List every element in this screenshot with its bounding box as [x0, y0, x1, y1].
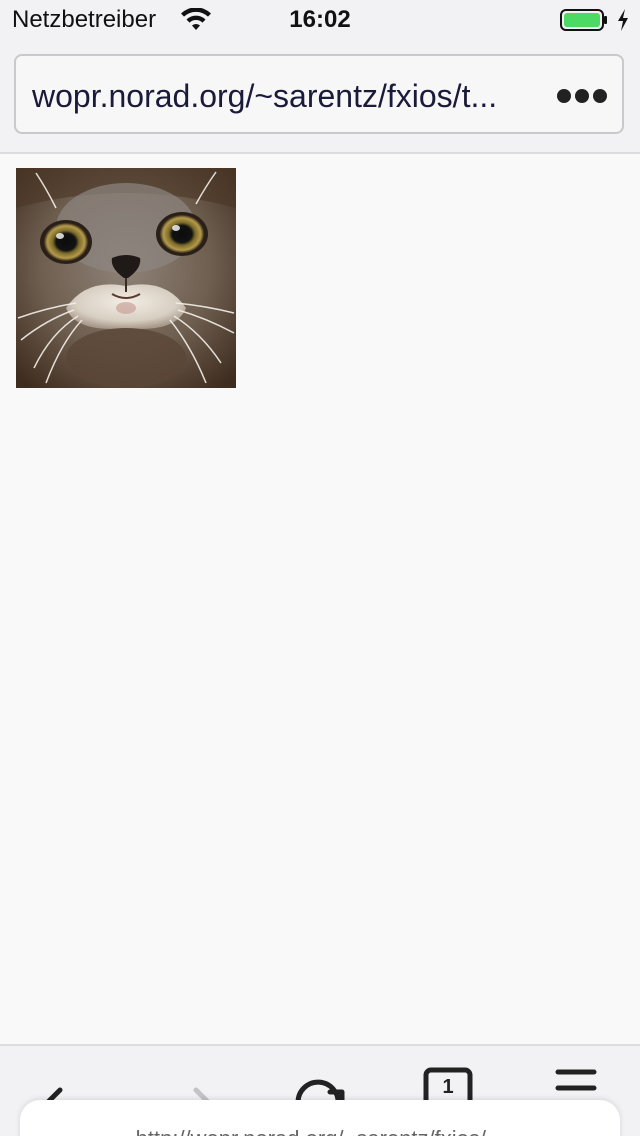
status-time: 16:02: [289, 6, 351, 33]
charging-bolt-icon: [618, 9, 628, 31]
toast-url: http://wopr.norad.org/~sarentz/fxios/...: [20, 1126, 620, 1136]
more-options-icon[interactable]: [556, 80, 608, 112]
cat-image[interactable]: [16, 168, 236, 388]
tab-count: 1: [442, 1076, 454, 1098]
link-preview-toast[interactable]: http://wopr.norad.org/~sarentz/fxios/...: [20, 1100, 620, 1136]
url-field[interactable]: wopr.norad.org/~sarentz/fxios/t...: [14, 54, 624, 134]
web-content: [0, 154, 640, 1044]
status-bar: Netzbetreiber 16:02: [0, 0, 640, 40]
browser-screen: Netzbetreiber 16:02 wopr.norad.org/~sare…: [0, 0, 640, 1136]
url-bar-area: wopr.norad.org/~sarentz/fxios/t...: [0, 40, 640, 154]
battery-icon: [560, 9, 607, 31]
url-text[interactable]: wopr.norad.org/~sarentz/fxios/t...: [32, 76, 522, 116]
